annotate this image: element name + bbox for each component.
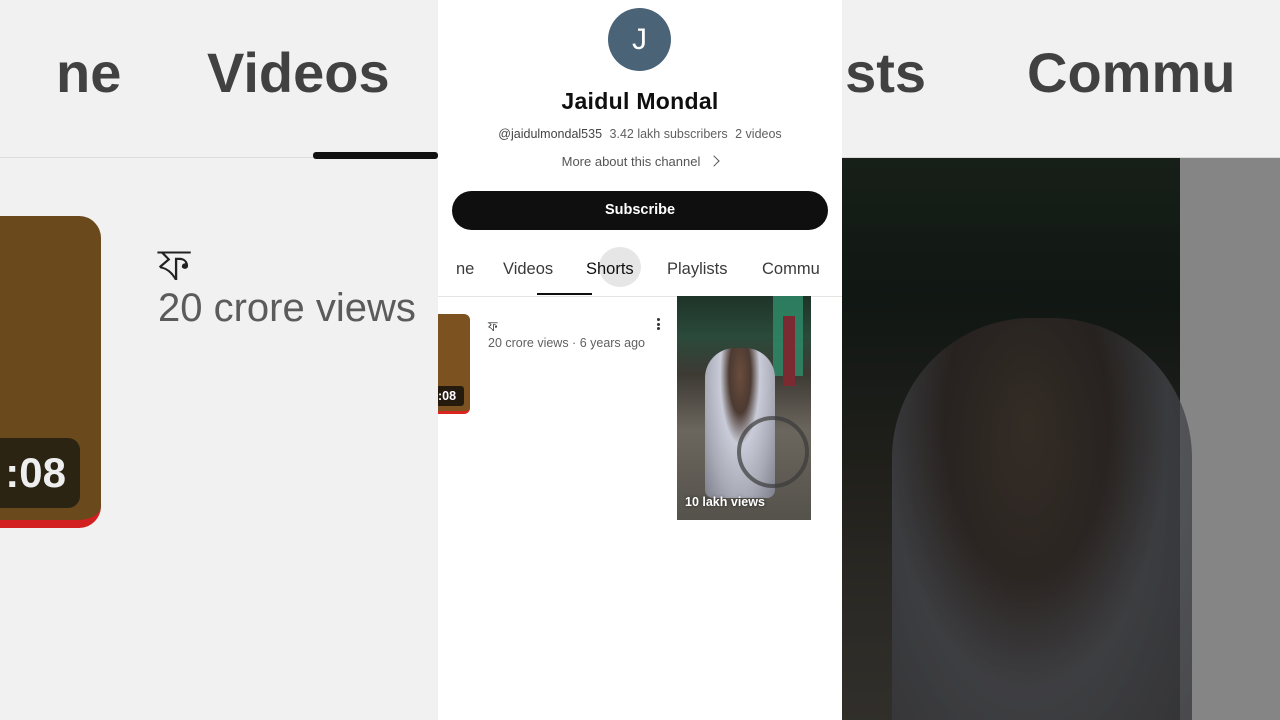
channel-name: Jaidul Mondal	[561, 88, 719, 114]
channel-avatar[interactable]: J	[608, 8, 671, 71]
video-info: 20 crore views · 6 years ago	[488, 336, 646, 350]
tab-home[interactable]: ne	[456, 260, 474, 279]
bg-video-duration: :08	[0, 438, 80, 508]
tab-shorts[interactable]: Shorts	[586, 260, 634, 279]
channel-page: J Jaidul Mondal @jaidulmondal535 3.42 la…	[438, 0, 842, 720]
tab-community[interactable]: Commu	[762, 260, 820, 279]
subscribe-button[interactable]: Subscribe	[452, 191, 828, 230]
subscriber-count: 3.42 lakh subscribers	[609, 127, 728, 141]
channel-meta: @jaidulmondal535 3.42 lakh subscribers 2…	[438, 127, 842, 141]
chevron-right-icon	[708, 155, 721, 167]
short-views: 10 lakh views	[685, 495, 765, 509]
more-about-channel-link[interactable]: More about this channel	[438, 154, 842, 169]
background-short-zoom	[842, 158, 1280, 720]
more-about-label: More about this channel	[561, 154, 701, 169]
background-zoom-right: lists Commu	[842, 0, 1280, 158]
bg-video-views: 20 crore views	[158, 286, 416, 330]
more-options-icon[interactable]	[653, 317, 663, 333]
channel-tabs: ne Videos Shorts Playlists Commu	[438, 244, 842, 296]
tab-playlists[interactable]: Playlists	[667, 260, 728, 279]
active-tab-indicator	[537, 293, 592, 295]
short-thumbnail[interactable]: 10 lakh views	[677, 296, 811, 520]
bg-tab-videos: Videos	[207, 41, 390, 104]
bg-tab-community: Commu	[1027, 41, 1236, 104]
video-duration: :08	[438, 386, 464, 406]
short-wheel-image	[737, 416, 809, 488]
bg-tab-home: ne	[56, 41, 122, 104]
bg-tab-underline	[313, 152, 438, 159]
channel-handle: @jaidulmondal535	[498, 127, 603, 141]
background-zoom-left: ne Videos :08 ফ 20 crore views	[0, 0, 438, 720]
tab-videos[interactable]: Videos	[503, 260, 553, 279]
video-count: 2 videos	[735, 127, 782, 141]
bg-tab-playlists: lists	[842, 41, 927, 104]
